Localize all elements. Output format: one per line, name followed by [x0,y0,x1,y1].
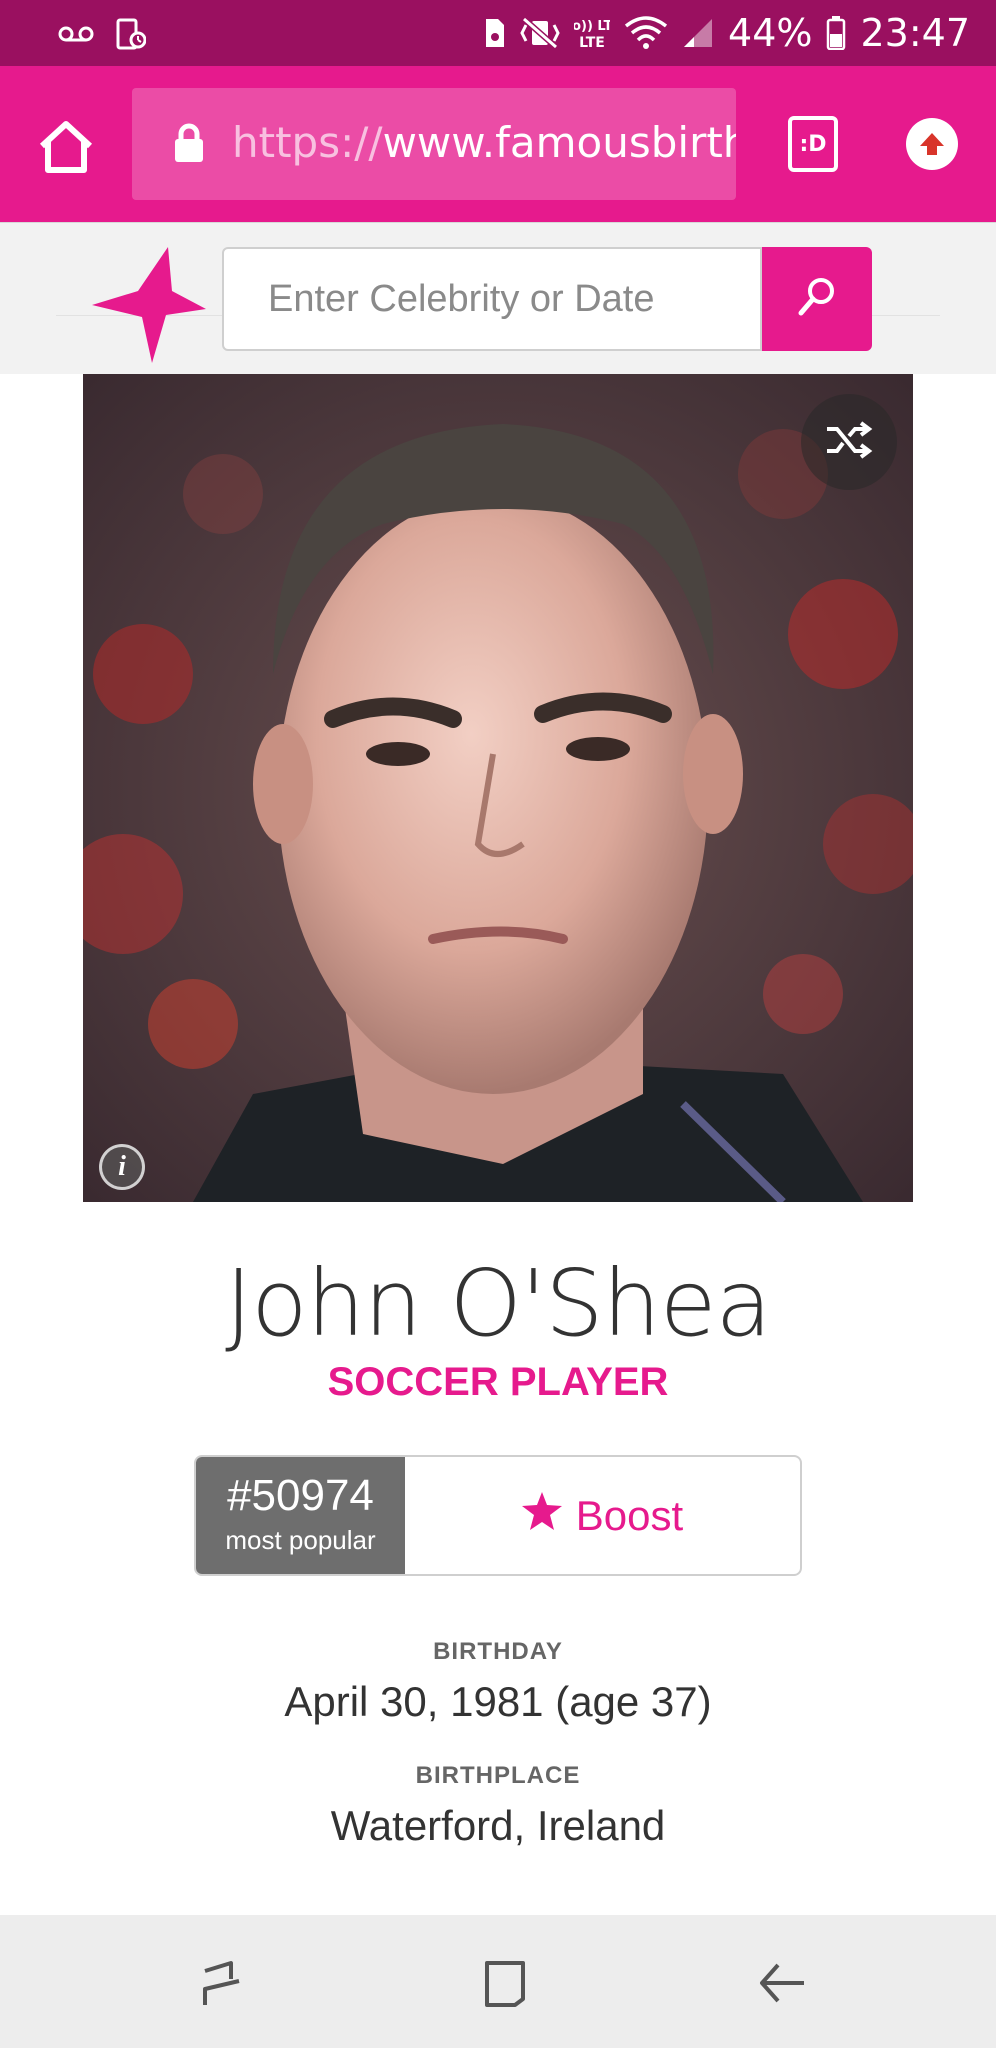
birthday-value[interactable]: April 30, 1981 (age 37) [0,1678,996,1726]
rank-label: most popular [225,1525,376,1555]
search-input[interactable] [224,249,760,349]
clock: 23:47 [860,11,970,55]
upload-icon[interactable] [906,118,958,170]
shuffle-icon [825,419,873,466]
boost-label: Boost [575,1491,684,1539]
star-icon [521,1491,562,1540]
search-icon [795,275,839,324]
lock-icon [172,122,206,169]
signal-icon [682,17,714,49]
battery-icon [826,16,846,50]
boost-button[interactable]: Boost [405,1457,800,1574]
battery-percent: 44% [728,11,813,55]
vibrate-mute-icon [520,17,560,49]
search-button[interactable] [762,247,872,351]
info-icon[interactable]: i [99,1144,145,1190]
birthplace-value[interactable]: Waterford, Ireland [0,1802,996,1850]
wifi-icon [624,16,668,50]
screen-lock-icon [116,18,146,50]
rank-badge[interactable]: #50974 most popular [196,1457,405,1574]
voicemail-icon [58,24,94,44]
search-field[interactable] [222,247,762,351]
home-icon[interactable] [36,116,96,176]
svg-text:Vo)) LTE: Vo)) LTE [574,19,610,34]
shuffle-button[interactable] [801,394,897,490]
url-bar[interactable]: https://www.famousbirth [132,88,736,200]
portrait-image [83,374,913,1202]
volte-icon: Vo)) LTELTE [574,15,610,51]
url-text: https://www.famousbirth [232,118,736,167]
recents-icon[interactable] [195,1953,255,2013]
system-nav-bar [0,1915,996,2048]
tabs-icon[interactable]: :D [788,116,838,172]
home-square-icon[interactable] [473,1953,533,2013]
svg-text:LTE: LTE [579,35,605,51]
android-sd-icon [482,17,506,49]
site-header [0,222,996,374]
rank-number: #50974 [227,1471,374,1520]
status-bar: Vo)) LTELTE 44% 23:47 [0,0,996,66]
popularity-box: #50974 most popular Boost [194,1455,802,1576]
star-logo-icon[interactable] [92,247,208,370]
browser-toolbar: https://www.famousbirth :D [0,66,996,222]
birthplace-label: BIRTHPLACE [415,1762,581,1789]
celebrity-photo: i [83,374,913,1202]
birthday-label: BIRTHDAY [433,1638,563,1665]
celebrity-name: John O'Shea [225,1250,772,1357]
profession-link[interactable]: SOCCER PLAYER [0,1360,996,1405]
back-icon[interactable] [752,1953,812,2013]
